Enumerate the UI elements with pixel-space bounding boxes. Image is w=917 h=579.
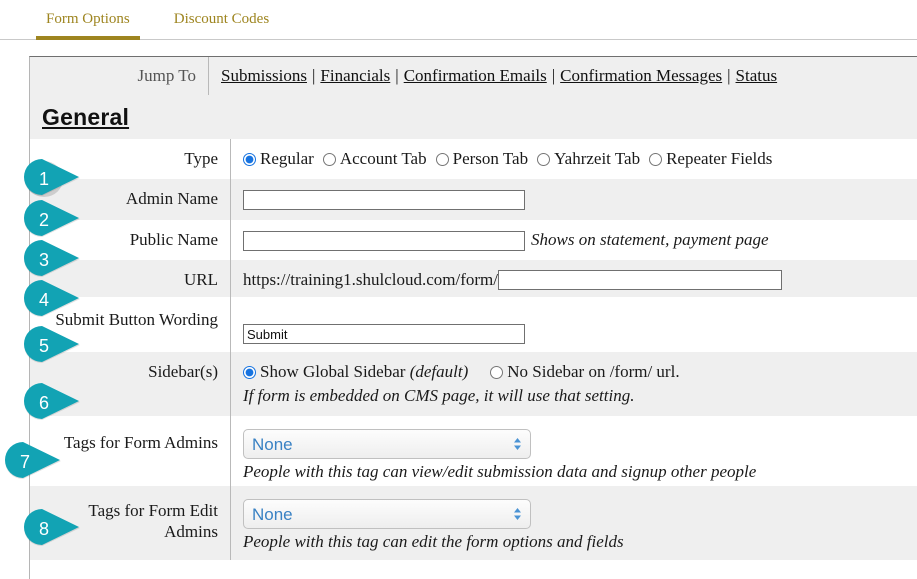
tab-form-options[interactable]: Form Options (36, 12, 140, 40)
row-type-label: Type (30, 139, 231, 179)
radio-sidebar-none[interactable]: No Sidebar on /form/ url. (490, 361, 680, 383)
row-submit-wording-label: Submit Button Wording (30, 297, 231, 352)
row-submit-wording-value (231, 297, 917, 352)
jump-separator-1: | (311, 66, 316, 85)
tags-form-edit-admins-select[interactable]: None (243, 499, 531, 529)
jump-to-links: Submissions | Financials | Confirmation Emai… (208, 57, 777, 95)
radio-sidebar-global[interactable]: Show Global Sidebar (default) (243, 361, 468, 383)
radio-type-account-tab-input[interactable] (322, 152, 336, 166)
row-url-label: URL (30, 260, 231, 297)
sidebar-note: If form is embedded on CMS page, it will… (243, 386, 635, 406)
row-admin-name: Admin Name (30, 179, 917, 220)
tags-form-edit-admins-note: People with this tag can edit the form o… (243, 532, 624, 551)
url-prefix: https://training1.shulcloud.com/form/ (243, 270, 498, 289)
jump-link-submissions[interactable]: Submissions (221, 66, 307, 86)
page-title: General (42, 103, 130, 130)
jump-link-status[interactable]: Status (736, 66, 778, 86)
submit-button-wording-input[interactable] (243, 324, 525, 344)
tags-form-admins-select[interactable]: None (243, 429, 531, 459)
row-sidebars-label: Sidebar(s) (30, 352, 231, 416)
row-tags-form-admins: Tags for Form Admins None People with th… (30, 416, 917, 486)
radio-type-account-tab-label[interactable]: Account Tab (340, 148, 427, 170)
row-type-value: Regular Account Tab Person Tab Yahrzeit … (231, 139, 917, 179)
radio-sidebar-global-label[interactable]: Show Global Sidebar (default) (260, 361, 468, 383)
row-type: Type Regular Account Tab Person Tab Yahr… (30, 139, 917, 179)
radio-type-yahrzeit-tab[interactable]: Yahrzeit Tab (537, 148, 640, 170)
radio-type-regular-input[interactable] (243, 152, 256, 166)
sidebar-radio-group: Show Global Sidebar (default) No Sidebar… (243, 361, 917, 383)
radio-type-regular[interactable]: Regular (243, 148, 314, 170)
row-sidebars-value: Show Global Sidebar (default) No Sidebar… (231, 352, 917, 416)
row-tags-form-edit-admins: Tags for Form Edit Admins None People wi… (30, 486, 917, 560)
url-line: https://training1.shulcloud.com/form/ (243, 269, 917, 291)
row-public-name: Public Name Shows on statement, payment … (30, 220, 917, 260)
row-submit-wording: Submit Button Wording (30, 297, 917, 352)
tags-form-admins-select-wrap: None (243, 429, 531, 459)
jump-to-label: Jump To (137, 66, 196, 85)
row-admin-name-label: Admin Name (30, 179, 231, 220)
radio-sidebar-global-input[interactable] (243, 365, 256, 379)
row-tags-form-admins-value: None People with this tag can view/edit … (231, 416, 917, 486)
row-public-name-value: Shows on statement, payment page (231, 220, 917, 260)
radio-type-person-tab-label[interactable]: Person Tab (453, 148, 528, 170)
radio-type-yahrzeit-tab-input[interactable] (537, 152, 551, 166)
type-radio-group: Regular Account Tab Person Tab Yahrzeit … (243, 148, 917, 170)
radio-sidebar-none-input[interactable] (490, 365, 504, 379)
row-tags-form-edit-admins-label: Tags for Form Edit Admins (30, 486, 231, 560)
admin-name-input[interactable] (243, 190, 525, 211)
radio-type-repeater-fields[interactable]: Repeater Fields (649, 148, 772, 170)
tags-form-edit-admins-select-wrap: None (243, 499, 531, 529)
radio-sidebar-global-text: Show Global Sidebar (260, 362, 410, 381)
row-tags-form-edit-admins-value: None People with this tag can edit the f… (231, 486, 917, 560)
row-url-value: https://training1.shulcloud.com/form/ (231, 260, 917, 297)
tab-strip: Form Options Discount Codes (0, 0, 917, 40)
public-name-note: Shows on statement, payment page (531, 230, 769, 249)
radio-type-person-tab[interactable]: Person Tab (435, 148, 528, 170)
row-admin-name-value (231, 179, 917, 220)
tab-discount-codes[interactable]: Discount Codes (164, 12, 279, 40)
radio-sidebar-global-default: (default) (409, 362, 469, 381)
section-heading-row: General (30, 95, 917, 139)
jump-separator-2: | (395, 66, 399, 85)
radio-type-repeater-fields-input[interactable] (649, 152, 663, 166)
row-public-name-label: Public Name (30, 220, 231, 260)
jump-to-row: Jump To Submissions | Financials | Confirmat… (30, 57, 917, 95)
radio-type-person-tab-input[interactable] (435, 152, 449, 166)
row-sidebars: Sidebar(s) Show Global Sidebar (default)… (30, 352, 917, 416)
radio-type-regular-label[interactable]: Regular (260, 148, 314, 170)
radio-type-yahrzeit-tab-label[interactable]: Yahrzeit Tab (554, 148, 640, 170)
public-name-input[interactable] (243, 231, 525, 252)
url-slug-input[interactable] (497, 270, 782, 291)
jump-link-financials[interactable]: Financials (320, 66, 390, 86)
radio-type-account-tab[interactable]: Account Tab (322, 148, 427, 170)
jump-separator-3: | (551, 66, 556, 85)
tab-list: Form Options Discount Codes (0, 0, 917, 40)
jump-link-confirmation-emails[interactable]: Confirmation Emails (404, 66, 547, 86)
form-options-panel: Jump To Submissions | Financials | Confirmat… (29, 56, 917, 579)
tab-form-options-label: Form Options (46, 11, 130, 27)
row-tags-form-admins-label: Tags for Form Admins (30, 416, 231, 486)
jump-separator-4: | (727, 66, 731, 85)
radio-sidebar-none-label[interactable]: No Sidebar on /form/ url. (507, 361, 679, 383)
radio-type-repeater-fields-label[interactable]: Repeater Fields (666, 148, 772, 170)
row-url: URL https://training1.shulcloud.com/form… (30, 260, 917, 297)
jump-link-confirmation-messages[interactable]: Confirmation Messages (560, 66, 722, 86)
tab-discount-codes-label: Discount Codes (173, 11, 270, 27)
tags-form-admins-note: People with this tag can view/edit submi… (243, 462, 757, 481)
